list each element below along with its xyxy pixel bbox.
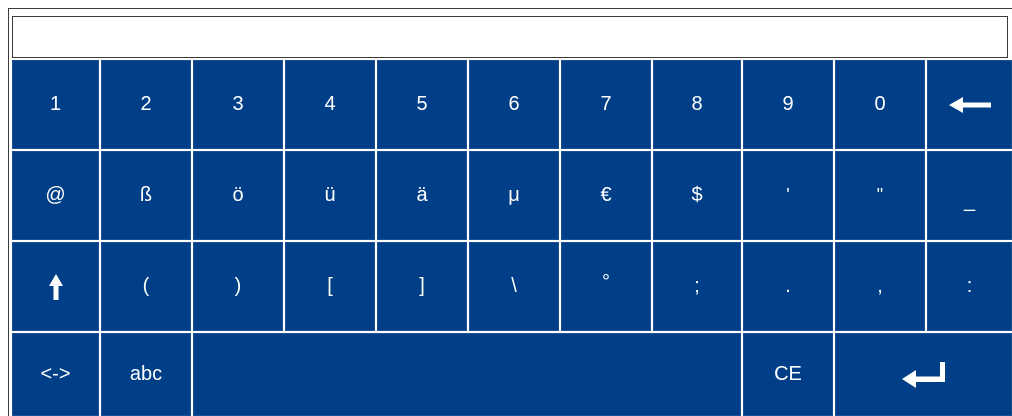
abc-key[interactable]: abc [101,333,191,416]
key-double-quote[interactable]: " [835,151,925,240]
key-label: 4 [324,93,336,115]
key-label: 9 [782,93,794,115]
key-label: ( [142,275,150,297]
key-1[interactable]: 1 [12,60,99,149]
keyboard: 1 2 3 4 5 6 7 8 9 0 @ ß ö ü ä μ € $ ' " … [12,60,1012,416]
key-label: ' [786,185,790,205]
key-semicolon[interactable]: ; [653,242,741,331]
key-label: ä [416,184,428,206]
key-label: : [966,275,973,297]
key-8[interactable]: 8 [653,60,741,149]
key-9[interactable]: 9 [743,60,833,149]
frame-left-border [8,8,9,416]
key-label: " [876,185,884,205]
key-label: μ [508,184,520,206]
key-eszett[interactable]: ß [101,151,191,240]
key-label: _ [963,190,976,212]
key-label: ] [419,275,425,297]
key-apostrophe[interactable]: ' [743,151,833,240]
backspace-key[interactable] [927,60,1012,149]
key-degree[interactable]: ° [561,242,651,331]
key-at[interactable]: @ [12,151,99,240]
key-label: 1 [49,93,62,115]
shift-key[interactable] [12,242,99,331]
key-colon[interactable]: : [927,242,1012,331]
key-label: ; [694,275,700,297]
key-label: 5 [416,93,428,115]
key-label: ü [324,184,336,206]
key-label: @ [45,184,66,206]
key-euro[interactable]: € [561,151,651,240]
key-open-paren[interactable]: ( [101,242,191,331]
key-label: € [600,184,612,206]
key-label: ß [139,184,153,206]
key-label: [ [327,275,333,297]
key-a-umlaut[interactable]: ä [377,151,467,240]
key-label: $ [691,184,703,206]
enter-return-icon [901,361,945,388]
virtual-keyboard-window: 1 2 3 4 5 6 7 8 9 0 @ ß ö ü ä μ € $ ' " … [0,0,1012,416]
backspace-arrow-left-icon [948,96,991,113]
key-label: 0 [874,93,886,115]
key-u-umlaut[interactable]: ü [285,151,375,240]
key-label: CE [774,363,802,385]
space-key[interactable] [193,333,741,416]
key-6[interactable]: 6 [469,60,559,149]
key-label: <-> [40,363,71,385]
key-mu[interactable]: μ [469,151,559,240]
key-label: , [877,275,883,297]
key-backslash[interactable]: \ [469,242,559,331]
key-underscore[interactable]: _ [927,151,1012,240]
key-comma[interactable]: , [835,242,925,331]
key-label: ö [232,184,244,206]
key-label: abc [129,363,163,385]
key-label: 8 [691,93,703,115]
key-dollar[interactable]: $ [653,151,741,240]
key-4[interactable]: 4 [285,60,375,149]
key-7[interactable]: 7 [561,60,651,149]
key-label: \ [511,275,517,297]
key-open-bracket[interactable]: [ [285,242,375,331]
key-label: ° [602,271,610,293]
key-0[interactable]: 0 [835,60,925,149]
enter-key[interactable] [835,333,1012,416]
key-o-umlaut[interactable]: ö [193,151,283,240]
key-3[interactable]: 3 [193,60,283,149]
key-close-bracket[interactable]: ] [377,242,467,331]
keyboard-input-field[interactable] [12,16,1008,58]
key-label: ) [234,275,242,297]
key-label: 6 [508,93,520,115]
key-label: 2 [140,93,152,115]
shift-arrow-up-icon [48,273,63,300]
switch-layout-key[interactable]: <-> [12,333,99,416]
frame-top-border [8,8,1012,9]
key-period[interactable]: . [743,242,833,331]
key-label: 7 [600,93,612,115]
key-label: 3 [232,93,244,115]
clear-entry-key[interactable]: CE [743,333,833,416]
key-label: . [785,275,791,297]
key-2[interactable]: 2 [101,60,191,149]
key-5[interactable]: 5 [377,60,467,149]
key-close-paren[interactable]: ) [193,242,283,331]
